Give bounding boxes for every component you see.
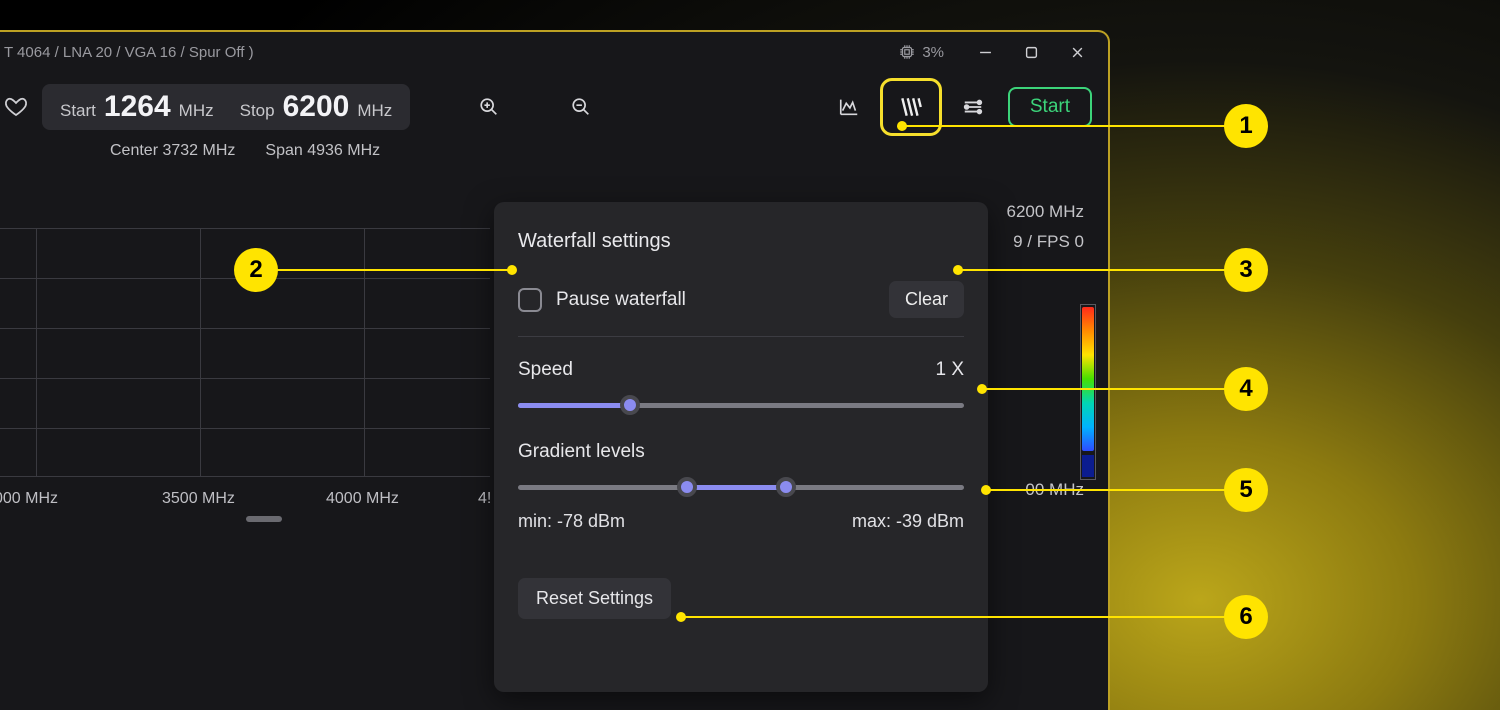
callout-3: 3 bbox=[1224, 248, 1268, 292]
clear-button[interactable]: Clear bbox=[889, 281, 964, 318]
reset-settings-button[interactable]: Reset Settings bbox=[518, 578, 671, 619]
freq-stop-value: 6200 bbox=[283, 90, 350, 124]
maximize-button[interactable] bbox=[1008, 36, 1054, 68]
app-window: T 4064 / LNA 20 / VGA 16 / Spur Off ) 3%… bbox=[0, 30, 1110, 710]
freq-stop-label: Stop bbox=[240, 101, 275, 121]
pause-waterfall-label: Pause waterfall bbox=[556, 289, 686, 311]
start-button-label: Start bbox=[1030, 96, 1070, 117]
pause-waterfall-checkbox[interactable]: Pause waterfall bbox=[518, 288, 686, 312]
callout-1: 1 bbox=[1224, 104, 1268, 148]
speed-value: 1 X bbox=[935, 359, 964, 381]
panel-title: Waterfall settings bbox=[518, 230, 964, 253]
close-button[interactable] bbox=[1054, 36, 1100, 68]
device-config-text: T 4064 / LNA 20 / VGA 16 / Spur Off ) bbox=[4, 44, 898, 61]
frequency-range-box[interactable]: Start 1264 MHz Stop 6200 MHz bbox=[42, 84, 410, 130]
span-freq-text: Span 4936 MHz bbox=[265, 142, 380, 160]
zoom-out-button[interactable] bbox=[564, 90, 598, 124]
callout-4: 4 bbox=[1224, 367, 1268, 411]
freq-start-label: Start bbox=[60, 101, 96, 121]
freq-info-row: Center 3732 MHz Span 4936 MHz bbox=[0, 142, 1108, 160]
zoom-in-button[interactable] bbox=[472, 90, 506, 124]
freq-start-value: 1264 bbox=[104, 90, 171, 124]
favorite-icon[interactable] bbox=[4, 95, 28, 119]
fps-readout: 9 / FPS 0 bbox=[1007, 232, 1084, 252]
gradient-max-text: max: -39 dBm bbox=[852, 511, 964, 532]
spectrum-plot[interactable]: 000 MHz 3500 MHz 4000 MHz 4! bbox=[0, 228, 490, 488]
x-tick-right: 00 MHz bbox=[1025, 480, 1084, 500]
gradient-min-text: min: -78 dBm bbox=[518, 511, 625, 532]
waterfall-settings-panel: Waterfall settings Pause waterfall Clear… bbox=[494, 202, 988, 692]
cpu-usage: 3% bbox=[898, 43, 944, 61]
clear-button-label: Clear bbox=[905, 289, 948, 309]
filters-button[interactable] bbox=[956, 90, 990, 124]
speed-slider-thumb[interactable] bbox=[620, 395, 640, 415]
callout-6: 6 bbox=[1224, 595, 1268, 639]
colorbar-gradient bbox=[1082, 307, 1094, 451]
gradient-label: Gradient levels bbox=[518, 441, 645, 463]
divider bbox=[518, 336, 964, 337]
callout-5: 5 bbox=[1224, 468, 1268, 512]
gradient-slider-thumb-low[interactable] bbox=[677, 477, 697, 497]
titlebar: T 4064 / LNA 20 / VGA 16 / Spur Off ) 3% bbox=[0, 32, 1108, 72]
cpu-chip-icon bbox=[898, 43, 916, 61]
stop-freq-readout: 6200 MHz bbox=[1007, 202, 1084, 222]
start-button[interactable]: Start bbox=[1008, 87, 1092, 127]
x-tick-1: 3500 MHz bbox=[162, 490, 235, 508]
plot-grid bbox=[0, 228, 490, 488]
freq-start-unit: MHz bbox=[179, 101, 214, 121]
gradient-slider[interactable] bbox=[518, 477, 964, 497]
waterfall-settings-button[interactable] bbox=[880, 78, 942, 136]
x-tick-3: 4! bbox=[478, 490, 491, 508]
x-tick-0: 000 MHz bbox=[0, 490, 58, 508]
freq-stop-unit: MHz bbox=[357, 101, 392, 121]
minimize-button[interactable] bbox=[962, 36, 1008, 68]
reset-settings-label: Reset Settings bbox=[536, 588, 653, 608]
speed-slider[interactable] bbox=[518, 395, 964, 415]
right-readouts: 6200 MHz 9 / FPS 0 bbox=[1007, 202, 1084, 262]
hscroll-thumb[interactable] bbox=[246, 516, 282, 522]
colorbar-floor bbox=[1082, 455, 1094, 477]
x-tick-2: 4000 MHz bbox=[326, 490, 399, 508]
speed-label: Speed bbox=[518, 359, 573, 381]
checkbox-icon bbox=[518, 288, 542, 312]
colorbar bbox=[1080, 304, 1096, 480]
window-controls bbox=[962, 36, 1100, 68]
spectrum-chart-button[interactable] bbox=[832, 90, 866, 124]
center-freq-text: Center 3732 MHz bbox=[110, 142, 235, 160]
gradient-slider-thumb-high[interactable] bbox=[776, 477, 796, 497]
toolbar: Start 1264 MHz Stop 6200 MHz S bbox=[0, 72, 1108, 142]
cpu-pct: 3% bbox=[922, 44, 944, 61]
